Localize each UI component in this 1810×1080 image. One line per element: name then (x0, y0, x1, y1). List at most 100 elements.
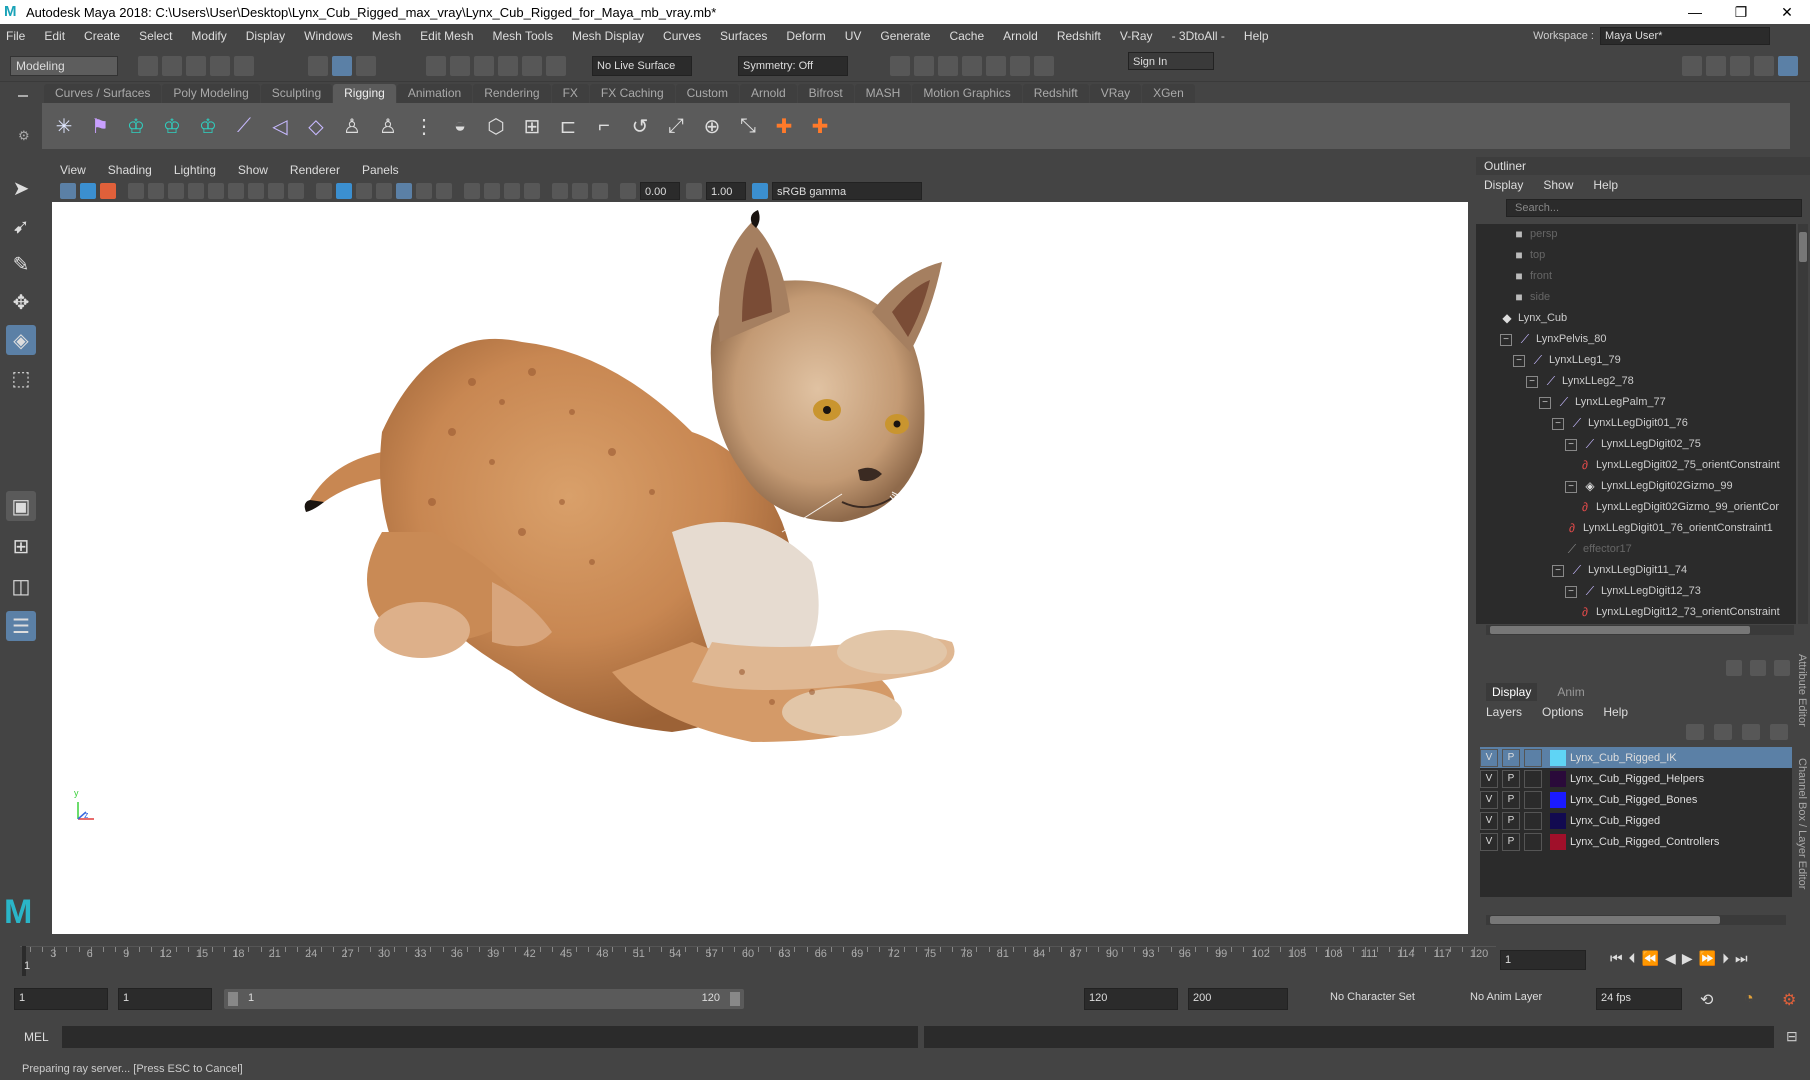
outliner-tree[interactable]: ■ persp ■ top ■ front ■ side ◆ Lynx_Cub − ⟋ LynxPelv… (1476, 224, 1796, 624)
shelf-tab-fx-caching[interactable]: FX Caching (589, 84, 675, 103)
depth-of-field-icon[interactable] (504, 183, 520, 199)
layer-color-swatch[interactable] (1550, 770, 1566, 787)
menu-file[interactable]: File (6, 29, 25, 43)
shelf-tab-vray[interactable]: VRay (1089, 84, 1142, 103)
exposure-field[interactable]: 0.00 (640, 182, 680, 200)
layer-row[interactable]: V P Lynx_Cub_Rigged_Controllers (1480, 831, 1792, 852)
parent-constraint-icon[interactable]: ⊕ (698, 112, 726, 140)
layer-visibility-toggle[interactable]: V (1480, 832, 1498, 851)
expand-collapse-icon[interactable]: − (1539, 396, 1551, 409)
outliner-item[interactable]: − ◈ LynxLLegDigit02Gizmo_99 (1565, 476, 1733, 497)
menu-generate[interactable]: Generate (880, 29, 930, 43)
blend-shape-icon[interactable]: ◒ (446, 112, 474, 140)
tool-settings-icon[interactable] (1754, 56, 1774, 76)
layer-color-swatch[interactable] (1550, 791, 1566, 808)
layer-visibility-toggle[interactable]: V (1480, 811, 1498, 830)
render-settings-icon[interactable] (962, 56, 982, 76)
layer-tab-anim[interactable]: Anim (1557, 685, 1584, 699)
wireframe-on-shaded-icon[interactable] (356, 183, 372, 199)
maximize-button[interactable]: ❐ (1718, 0, 1764, 24)
resolution-gate-icon[interactable] (228, 183, 244, 199)
bookmark-icon[interactable] (100, 183, 116, 199)
channel-box-toggle-icon[interactable] (1726, 660, 1742, 676)
range-start-handle[interactable] (228, 992, 238, 1006)
outliner-item[interactable]: ■ top (1512, 245, 1545, 266)
point-constraint-icon[interactable]: ⊏ (554, 112, 582, 140)
menu-deform[interactable]: Deform (786, 29, 825, 43)
layer-color-swatch[interactable] (1550, 833, 1566, 850)
menu-select[interactable]: Select (139, 29, 172, 43)
ambient-occlusion-icon[interactable] (436, 183, 452, 199)
layer-playback-toggle[interactable]: P (1502, 790, 1520, 809)
outliner-item[interactable]: − ⟋ LynxPelvis_80 (1500, 329, 1607, 350)
color-management-icon[interactable] (752, 183, 768, 199)
layer-menu-layers[interactable]: Layers (1486, 705, 1522, 719)
grease-pencil-icon[interactable] (168, 183, 184, 199)
two-view-layout-icon[interactable]: ◫ (6, 571, 36, 601)
outliner-item[interactable]: ◆ Lynx_Cub (1500, 308, 1567, 329)
step-back-frame-icon[interactable]: ⏴ (1629, 950, 1636, 967)
xray-joints-icon[interactable] (572, 183, 588, 199)
new-scene-icon[interactable] (138, 56, 158, 76)
shelf-tab-bifrost[interactable]: Bifrost (797, 84, 854, 103)
outliner-item[interactable]: ∂ LynxLLegDigit01_76_orientConstraint1 (1565, 518, 1773, 539)
view-transform-dropdown[interactable]: sRGB gamma (772, 182, 922, 200)
custom-shelf-tool-icon[interactable]: ✚ (806, 112, 834, 140)
outliner-layout-icon[interactable]: ☰ (6, 611, 36, 641)
layer-row[interactable]: V P Lynx_Cub_Rigged (1480, 810, 1792, 831)
character-set-dropdown[interactable]: No Character Set (1326, 988, 1436, 1010)
tool-settings-toggle-icon[interactable] (1774, 660, 1790, 676)
insert-joint-icon[interactable]: ◇ (302, 112, 330, 140)
expand-collapse-icon[interactable]: − (1565, 585, 1577, 598)
menu-help[interactable]: Help (1244, 29, 1269, 43)
mel-label[interactable]: MEL (24, 1030, 49, 1044)
expand-collapse-icon[interactable]: − (1565, 480, 1577, 493)
select-object-icon[interactable] (332, 56, 352, 76)
viewport-menu-lighting[interactable]: Lighting (174, 163, 216, 177)
outliner-item[interactable]: − ⟋ LynxLLeg1_79 (1513, 350, 1621, 371)
human-ik-icon[interactable] (1706, 56, 1726, 76)
gate-mask-icon[interactable] (248, 183, 264, 199)
menu-display[interactable]: Display (246, 29, 285, 43)
hypershade-icon[interactable] (986, 56, 1006, 76)
snap-curve-icon[interactable] (450, 56, 470, 76)
go-to-start-icon[interactable]: ⏮ (1610, 950, 1623, 967)
exposure-icon[interactable] (620, 183, 636, 199)
joint-tool-icon[interactable]: ✳ (50, 112, 78, 140)
viewport-menu-panels[interactable]: Panels (362, 163, 399, 177)
layer-playback-toggle[interactable]: P (1502, 748, 1520, 767)
shelf-tab-poly-modeling[interactable]: Poly Modeling (162, 84, 260, 103)
layer-type-toggle[interactable] (1524, 748, 1542, 767)
menu-windows[interactable]: Windows (304, 29, 353, 43)
layer-row[interactable]: V P Lynx_Cub_Rigged_Bones (1480, 789, 1792, 810)
scale-constraint-icon[interactable]: ⤢ (662, 112, 690, 140)
cluster-icon[interactable]: ⋮ (410, 112, 438, 140)
open-scene-icon[interactable] (162, 56, 182, 76)
go-to-end-icon[interactable]: ⏭ (1735, 950, 1748, 967)
snap-grid-icon[interactable] (426, 56, 446, 76)
layer-visibility-toggle[interactable]: V (1480, 769, 1498, 788)
lattice-icon[interactable]: ⬡ (482, 112, 510, 140)
layer-visibility-toggle[interactable]: V (1480, 790, 1498, 809)
menu-mesh-tools[interactable]: Mesh Tools (493, 29, 553, 43)
ik-spline-icon[interactable]: ◁ (266, 112, 294, 140)
viewport-menu-renderer[interactable]: Renderer (290, 163, 340, 177)
range-slider[interactable]: 1 120 (224, 989, 744, 1009)
expand-collapse-icon[interactable]: − (1552, 564, 1564, 577)
shelf-tab-motion-graphics[interactable]: Motion Graphics (912, 84, 1022, 103)
mel-input[interactable] (62, 1026, 918, 1048)
shelf-tab-curves-surfaces[interactable]: Curves / Surfaces (44, 84, 162, 103)
layer-menu-help[interactable]: Help (1603, 705, 1628, 719)
layer-type-toggle[interactable] (1524, 832, 1542, 851)
animation-preferences-icon[interactable]: ⚙ (1782, 990, 1796, 1010)
script-editor-icon[interactable]: ⊟ (1786, 1028, 1798, 1045)
outliner-item[interactable]: − ⟋ LynxLLeg2_78 (1526, 371, 1634, 392)
skeleton-icon[interactable]: ♔ (122, 112, 150, 140)
animation-start-field[interactable]: 1 (14, 988, 108, 1010)
outliner-item[interactable]: ∂ LynxLLegDigit02Gizmo_99_orientCor (1578, 497, 1779, 518)
shelf-tab-custom[interactable]: Custom (675, 84, 739, 103)
film-gate-icon[interactable] (208, 183, 224, 199)
anim-layer-dropdown[interactable]: No Anim Layer (1466, 988, 1566, 1010)
step-forward-frame-icon[interactable]: ⏵ (1722, 950, 1729, 967)
ik-handle-icon[interactable]: ⟋ (230, 112, 258, 140)
